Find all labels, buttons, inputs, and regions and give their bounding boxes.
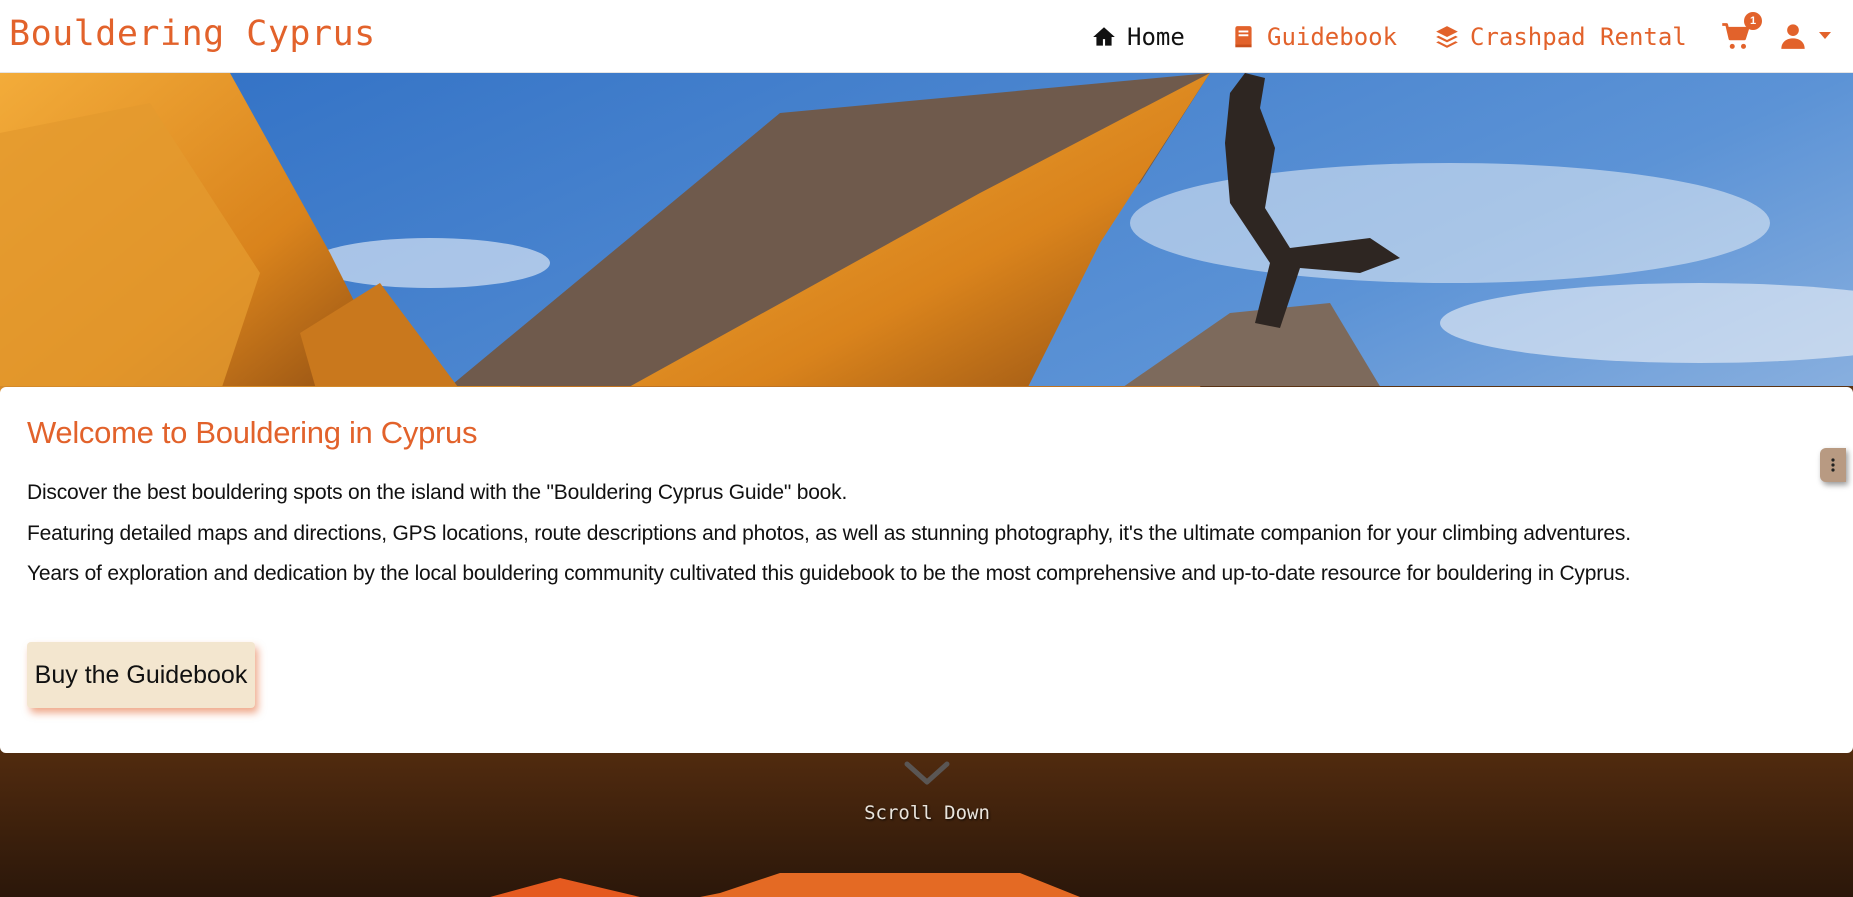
layers-icon	[1436, 26, 1458, 48]
brand-logo-text[interactable]: Bouldering Cyprus	[9, 14, 376, 54]
nav-guidebook-label: Guidebook	[1267, 23, 1398, 51]
welcome-paragraph-1: Discover the best bouldering spots on th…	[27, 481, 848, 504]
scroll-down-link[interactable]: Scroll Down	[858, 760, 996, 840]
nav-crashpad-rental-label: Crashpad Rental	[1470, 23, 1687, 51]
nav-home-link[interactable]: Home	[1091, 18, 1185, 56]
nav-crashpad-rental-link[interactable]: Crashpad Rental	[1434, 18, 1687, 56]
user-icon	[1781, 24, 1805, 49]
welcome-card: Welcome to Bouldering in Cyprus Discover…	[0, 387, 1853, 753]
nav-home-label: Home	[1127, 23, 1185, 51]
chevron-down-icon	[1819, 32, 1831, 39]
chevron-down-icon	[904, 761, 950, 785]
cart-button[interactable]: 1	[1721, 12, 1762, 52]
buy-guidebook-button[interactable]: Buy the Guidebook	[27, 642, 255, 708]
home-icon	[1093, 27, 1115, 46]
user-menu-toggle[interactable]	[1779, 20, 1831, 52]
top-navbar: Bouldering Cyprus Home Guidebook Crashpa…	[0, 0, 1853, 73]
welcome-paragraph-3: Years of exploration and dedication by t…	[27, 562, 1631, 585]
side-panel-handle[interactable]	[1820, 448, 1846, 482]
nav-guidebook-link[interactable]: Guidebook	[1231, 18, 1397, 56]
cart-count-badge: 1	[1744, 12, 1762, 30]
welcome-title: Welcome to Bouldering in Cyprus	[27, 415, 478, 450]
book-icon	[1235, 26, 1252, 48]
welcome-paragraph-2: Featuring detailed maps and directions, …	[27, 522, 1631, 545]
scroll-down-label: Scroll Down	[864, 802, 990, 824]
vertical-dots-icon	[1831, 458, 1835, 472]
